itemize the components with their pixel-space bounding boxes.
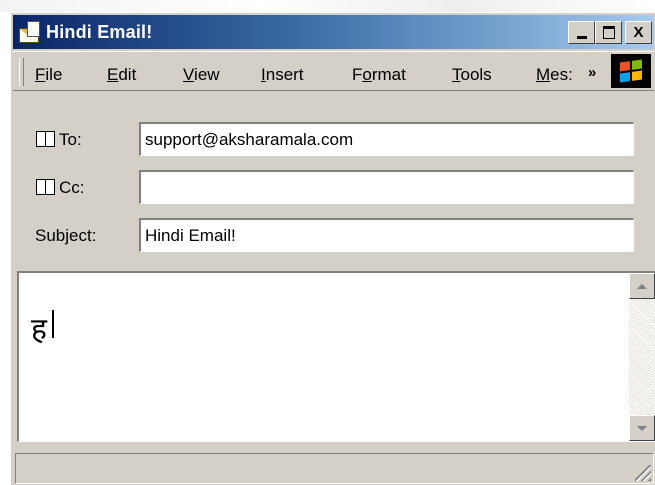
- address-book-icon: [35, 131, 55, 147]
- menu-view[interactable]: View: [183, 66, 220, 83]
- menu-tools[interactable]: Tools: [452, 66, 492, 83]
- subject-field[interactable]: Hindi Email!: [139, 218, 634, 252]
- subject-label: Subject:: [35, 226, 97, 245]
- menu-message[interactable]: Mes:: [536, 66, 573, 83]
- status-bar: [15, 453, 654, 484]
- arrow-down-icon: [637, 425, 647, 431]
- minimize-icon: [576, 36, 587, 39]
- message-body[interactable]: ह: [17, 271, 655, 442]
- title-bar[interactable]: Hindi Email! X: [13, 15, 654, 49]
- arrow-up-icon: [637, 283, 647, 289]
- menu-format[interactable]: Format: [352, 66, 406, 83]
- to-field[interactable]: support@aksharamala.com: [139, 122, 634, 156]
- window-controls: X: [568, 21, 652, 44]
- menu-bar: File Edit View Insert Format Tools Mes: …: [13, 51, 654, 91]
- envelope-icon: [17, 20, 41, 44]
- cc-field[interactable]: [139, 170, 634, 204]
- menu-file[interactable]: File: [35, 66, 62, 83]
- toolbar-grip[interactable]: [19, 58, 24, 86]
- close-icon: X: [633, 24, 644, 41]
- body-text: ह: [31, 312, 47, 347]
- text-caret: [52, 310, 54, 338]
- minimize-button[interactable]: [568, 21, 595, 44]
- window-title: Hindi Email!: [46, 21, 153, 42]
- maximize-icon: [602, 26, 615, 39]
- vertical-scrollbar[interactable]: [629, 273, 655, 441]
- scroll-down-button[interactable]: [629, 415, 655, 441]
- windows-logo-icon: [611, 54, 651, 88]
- menu-overflow-chevron[interactable]: »: [588, 64, 596, 81]
- compose-window: Hindi Email! X File Edit View Insert For…: [10, 12, 655, 485]
- close-button[interactable]: X: [625, 21, 652, 44]
- maximize-button[interactable]: [595, 21, 622, 44]
- menu-insert[interactable]: Insert: [261, 66, 304, 83]
- address-book-icon: [35, 179, 55, 195]
- resize-grip-icon[interactable]: [635, 465, 651, 481]
- background-strip: [0, 0, 655, 12]
- cc-label-button[interactable]: Cc:: [35, 179, 85, 196]
- scroll-up-button[interactable]: [629, 273, 655, 299]
- to-label-button[interactable]: To:: [35, 131, 82, 148]
- menu-edit[interactable]: Edit: [107, 66, 136, 83]
